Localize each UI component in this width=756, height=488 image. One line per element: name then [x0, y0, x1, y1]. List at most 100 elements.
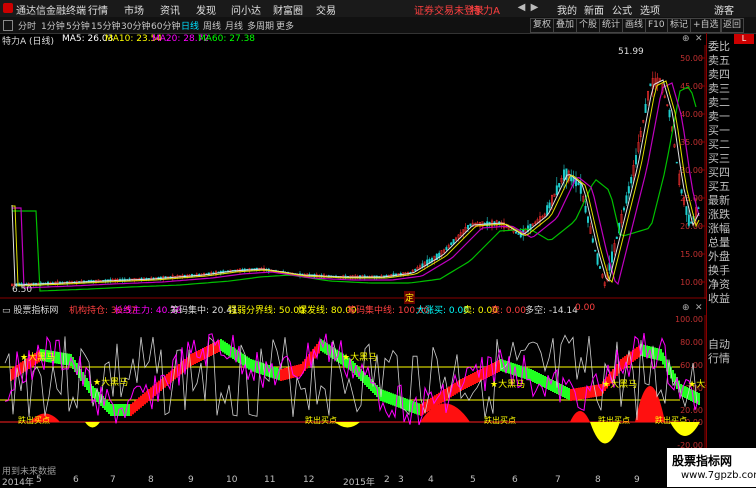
bottom-signal-label: 跌出买点 — [655, 415, 687, 425]
period-tab-daily[interactable]: 日线 — [181, 19, 199, 32]
overlay-button[interactable]: 叠加 — [553, 18, 578, 33]
ribbon-segment — [484, 367, 486, 379]
ribbon-segment — [248, 357, 250, 370]
period-tab-monthly[interactable]: 月线 — [225, 19, 243, 32]
menu-item-formula[interactable]: 公式 — [612, 2, 632, 17]
candle-body — [615, 236, 618, 239]
user-label[interactable]: 游客 — [714, 2, 734, 17]
indicator-settings-icon[interactable]: ⊕ — [682, 303, 690, 313]
ribbon-segment — [144, 392, 146, 405]
menu-icon[interactable] — [3, 20, 13, 31]
ribbon-segment — [592, 385, 594, 398]
period-tab-5min[interactable]: 5分钟 — [66, 19, 90, 32]
ribbon-segment — [518, 365, 520, 377]
stock-button[interactable]: 个股 — [576, 18, 601, 33]
ribbon-segment — [428, 399, 430, 411]
ribbon-segment — [224, 341, 226, 354]
mark-button[interactable]: 标记 — [667, 18, 692, 33]
period-tab-30min[interactable]: 30分钟 — [121, 19, 150, 32]
ribbon-segment — [108, 402, 110, 414]
candle-body — [563, 169, 566, 181]
price-tick-label: 25.00 — [680, 194, 703, 203]
ribbon-segment — [366, 375, 368, 387]
candle-body — [517, 233, 520, 235]
date-tick-16: 8 — [595, 475, 601, 485]
ribbon-segment — [252, 359, 254, 372]
ribbon-segment — [414, 401, 416, 414]
ribbon-segment — [528, 368, 530, 381]
menu-item-discover[interactable]: 发现 — [196, 2, 216, 17]
candle-body — [627, 186, 630, 194]
date-tick-6: 10 — [226, 475, 238, 485]
menu-item-quotes[interactable]: 行情 — [88, 2, 108, 17]
ribbon-segment — [130, 404, 132, 416]
period-tab-15min[interactable]: 15分钟 — [91, 19, 120, 32]
menu-item-mine[interactable]: 我的 — [557, 2, 577, 17]
low-price-label: 6.50 — [12, 285, 33, 295]
ribbon-segment — [168, 372, 170, 385]
sidebar-item-20[interactable]: 行情 — [708, 350, 730, 366]
ribbon-segment — [418, 403, 420, 416]
close-icon[interactable]: ✕ — [695, 34, 703, 44]
buy-signal-label: ★大黑马 — [490, 378, 525, 390]
menu-item-market[interactable]: 市场 — [124, 2, 144, 17]
ribbon-segment — [134, 400, 136, 413]
ribbon-segment — [192, 353, 194, 365]
ribbon-segment — [282, 368, 284, 381]
candle-body — [668, 109, 671, 118]
ribbon-segment — [232, 347, 234, 359]
stats-button[interactable]: 统计 — [599, 18, 624, 33]
menu-item-trade[interactable]: 交易 — [316, 2, 336, 17]
draw-button[interactable]: 画线 — [622, 18, 647, 33]
menu-item-options[interactable]: 选项 — [640, 2, 660, 17]
bottom-signal-label: 跌出买点 — [305, 415, 337, 425]
ribbon-segment — [472, 373, 474, 385]
candlestick-chart[interactable]: 50.0045.0040.0035.0030.0025.0020.0015.00… — [0, 45, 706, 299]
ribbon-segment — [698, 393, 700, 405]
candle-body — [414, 269, 417, 271]
menu-item-new[interactable]: 新面 — [584, 2, 604, 17]
date-tick-2: 6 — [73, 475, 79, 485]
adjust-button[interactable]: 复权 — [530, 18, 555, 33]
period-tab-fenshi[interactable]: 分时 — [18, 19, 36, 32]
ribbon-segment — [284, 368, 286, 380]
f10-button[interactable]: F10 — [645, 18, 668, 33]
price-tick-label: 35.00 — [680, 138, 703, 147]
menu-item-wealth[interactable]: 财富圈 — [273, 2, 303, 17]
date-tick-8: 12 — [303, 475, 315, 485]
ribbon-segment — [466, 376, 468, 388]
period-tab-weekly[interactable]: 周线 — [203, 19, 221, 32]
period-tab-60min[interactable]: 60分钟 — [151, 19, 180, 32]
ribbon-segment — [222, 340, 224, 353]
chevron-left-icon[interactable]: ◀ — [515, 1, 528, 14]
date-tick-11: 3 — [398, 475, 404, 485]
back-button[interactable]: 返回 — [720, 18, 745, 33]
candle-body — [623, 207, 626, 211]
candle-body — [591, 238, 594, 243]
ribbon-segment — [128, 404, 130, 416]
ribbon-segment — [540, 374, 542, 386]
candle-body — [680, 189, 683, 194]
menu-item-news[interactable]: 资讯 — [160, 2, 180, 17]
period-tab-more[interactable]: 更多 — [276, 19, 294, 32]
period-tab-1min[interactable]: 1分钟 — [41, 19, 65, 32]
indicator-chart[interactable]: 100.0080.0060.0040.0020.000.00-20.00 ★大黑… — [0, 315, 706, 475]
date-tick-1: 5 — [36, 475, 42, 485]
add-watchlist-button[interactable]: +自选 — [690, 18, 722, 33]
indicator-close-icon[interactable]: ✕ — [695, 303, 703, 313]
buy-signal-label: ★大黑马 — [342, 351, 377, 363]
menu-item-ask[interactable]: 问小达 — [231, 2, 261, 17]
ribbon-segment — [542, 375, 544, 387]
ribbon-segment — [58, 352, 60, 364]
settings-icon[interactable]: ⊕ — [682, 34, 690, 44]
ribbon-segment — [198, 350, 200, 362]
chevron-right-icon[interactable]: ▶ — [528, 1, 541, 14]
l2-badge[interactable]: L — [734, 34, 754, 44]
ribbon-segment — [228, 344, 230, 357]
candle-body — [687, 214, 690, 226]
ribbon-segment — [488, 365, 490, 377]
candle-body — [599, 266, 602, 269]
ribbon-segment — [616, 364, 618, 376]
period-tab-multi[interactable]: 多周期 — [247, 19, 274, 32]
ribbon-segment — [636, 347, 638, 359]
